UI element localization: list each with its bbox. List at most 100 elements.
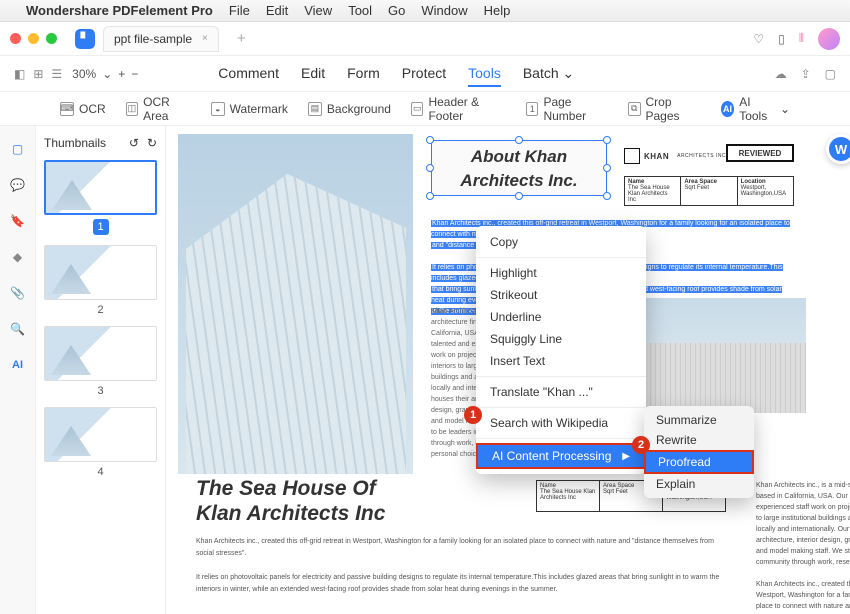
ocr-button[interactable]: ⌨OCR: [60, 102, 106, 116]
rotate-right-icon[interactable]: ↻: [147, 136, 157, 150]
share-icon[interactable]: ⇪: [801, 67, 811, 81]
crop-pages-button[interactable]: ⧉Crop Pages: [628, 95, 701, 123]
ai-tools-button[interactable]: AIAI Tools ⌄: [721, 95, 790, 123]
pagenum-icon: 1: [526, 102, 538, 116]
ctx-search-wikipedia[interactable]: Search with Wikipedia: [476, 412, 646, 434]
tab-protect[interactable]: Protect: [402, 61, 446, 87]
tab-title: ppt file-sample: [114, 32, 192, 46]
ctx-ai-content-processing[interactable]: AI Content Processing▶: [476, 443, 646, 469]
secondary-image: [626, 298, 806, 413]
close-window-button[interactable]: [10, 33, 21, 44]
thumbnail-4-num: 4: [44, 466, 157, 478]
avatar[interactable]: [818, 28, 840, 50]
ctx-translate[interactable]: Translate "Khan ...": [476, 381, 646, 403]
watermark-button[interactable]: ◒Watermark: [211, 102, 288, 116]
selection-handle[interactable]: [515, 192, 523, 200]
tab-comment[interactable]: Comment: [218, 61, 279, 87]
app-name[interactable]: Wondershare PDFelement Pro: [26, 3, 213, 18]
ctx-explain[interactable]: Explain: [644, 474, 754, 494]
sidebar-toggle-icon[interactable]: ◧: [14, 67, 25, 81]
ctx-insert-text[interactable]: Insert Text: [476, 350, 646, 372]
menu-edit[interactable]: Edit: [266, 3, 288, 18]
ctx-strikeout[interactable]: Strikeout: [476, 284, 646, 306]
selection-handle[interactable]: [426, 164, 434, 172]
zoom-in-button[interactable]: +: [118, 67, 125, 81]
selection-handle[interactable]: [515, 136, 523, 144]
selection-handle[interactable]: [603, 136, 611, 144]
about-title-line1: About Khan: [471, 147, 567, 166]
word-badge-icon[interactable]: W: [826, 134, 850, 164]
new-tab-button[interactable]: +: [237, 30, 246, 47]
list-view-icon[interactable]: ☰: [51, 67, 62, 81]
document-canvas[interactable]: W About Khan Architects Inc. KHANARCHITE…: [166, 126, 850, 614]
ocr-area-button[interactable]: ◫OCR Area: [126, 95, 191, 123]
menu-tool[interactable]: Tool: [348, 3, 372, 18]
selection-handle[interactable]: [603, 192, 611, 200]
menu-file[interactable]: File: [229, 3, 250, 18]
tab-tools[interactable]: Tools: [468, 61, 501, 87]
pages-icon[interactable]: ▢: [9, 140, 27, 158]
equalizer-icon[interactable]: ⦀: [799, 31, 804, 46]
tab-form[interactable]: Form: [347, 61, 380, 87]
tab-close-button[interactable]: ×: [202, 33, 208, 44]
ctx-copy[interactable]: Copy: [476, 231, 646, 253]
tab-edit[interactable]: Edit: [301, 61, 325, 87]
menu-help[interactable]: Help: [484, 3, 511, 18]
zoom-dropdown-icon[interactable]: ⌄: [102, 67, 112, 81]
annotation-badge-2: 2: [632, 436, 650, 454]
main-toolbar: ◧ ⊞ ☰ 30% ⌄ + − Comment Edit Form Protec…: [0, 56, 850, 92]
cloud-icon[interactable]: ☁︎: [775, 67, 787, 81]
ai-submenu: Summarize Rewrite Proofread Explain: [644, 406, 754, 498]
selection-handle[interactable]: [426, 136, 434, 144]
bell-icon[interactable]: ♡: [753, 32, 764, 46]
header-footer-button[interactable]: ▭Header & Footer: [411, 95, 506, 123]
attachment-icon[interactable]: 📎: [9, 284, 27, 302]
ctx-summarize[interactable]: Summarize: [644, 410, 754, 430]
selection-handle[interactable]: [426, 192, 434, 200]
tab-batch[interactable]: Batch ⌄: [523, 61, 574, 87]
left-rail: ▢ 💬 🔖 ◆ 📎 🔍 AI: [0, 126, 36, 614]
device-icon[interactable]: ▯: [778, 32, 785, 46]
lower-body-text: Khan Architects inc., created this off-g…: [196, 536, 726, 596]
selection-handle[interactable]: [603, 164, 611, 172]
about-title-line2: Architects Inc.: [460, 171, 577, 190]
thumbnail-4[interactable]: [44, 407, 157, 462]
bookmark-icon[interactable]: 🔖: [9, 212, 27, 230]
maximize-window-button[interactable]: [46, 33, 57, 44]
comments-icon[interactable]: 💬: [9, 176, 27, 194]
chevron-down-icon: ⌄: [780, 102, 790, 116]
zoom-value[interactable]: 30%: [72, 67, 96, 81]
annotation-badge-1: 1: [464, 406, 482, 424]
right-column-text: Khan Architects inc., is a mid-sized arc…: [756, 480, 850, 612]
rotate-left-icon[interactable]: ↺: [129, 136, 139, 150]
expand-icon[interactable]: ▢: [825, 67, 836, 81]
grid-view-icon[interactable]: ⊞: [33, 67, 43, 81]
ctx-underline[interactable]: Underline: [476, 306, 646, 328]
seahouse-heading: The Sea House OfKlan Architects Inc: [196, 476, 385, 526]
search-icon[interactable]: 🔍: [9, 320, 27, 338]
thumbnail-3[interactable]: [44, 326, 157, 381]
ocr-area-icon: ◫: [126, 102, 138, 116]
app-icon: ▘: [75, 29, 95, 49]
minimize-window-button[interactable]: [28, 33, 39, 44]
ctx-highlight[interactable]: Highlight: [476, 262, 646, 284]
ctx-proofread[interactable]: Proofread: [644, 450, 754, 474]
about-title-selection[interactable]: About Khan Architects Inc.: [431, 140, 607, 196]
document-tab[interactable]: ppt file-sample ×: [103, 26, 219, 52]
ctx-rewrite[interactable]: Rewrite: [644, 430, 754, 450]
ctx-squiggly[interactable]: Squiggly Line: [476, 328, 646, 350]
thumbnails-panel: Thumbnails ↺ ↻ 1 2 3 4: [36, 126, 166, 614]
thumbnail-2[interactable]: [44, 245, 157, 300]
menu-window[interactable]: Window: [421, 3, 467, 18]
background-button[interactable]: ▤Background: [308, 102, 391, 116]
layers-icon[interactable]: ◆: [9, 248, 27, 266]
menu-go[interactable]: Go: [388, 3, 405, 18]
zoom-control: 30% ⌄ + −: [72, 67, 138, 81]
menu-view[interactable]: View: [304, 3, 332, 18]
thumbnail-1[interactable]: [44, 160, 157, 215]
khan-logo: KHANARCHITECTS INC.: [624, 148, 728, 164]
info-table: NameThe Sea House Klan Architects Inc Ar…: [624, 176, 794, 206]
ai-rail-icon[interactable]: AI: [9, 356, 27, 374]
zoom-out-button[interactable]: −: [131, 67, 138, 81]
page-number-button[interactable]: 1Page Number: [526, 95, 608, 123]
